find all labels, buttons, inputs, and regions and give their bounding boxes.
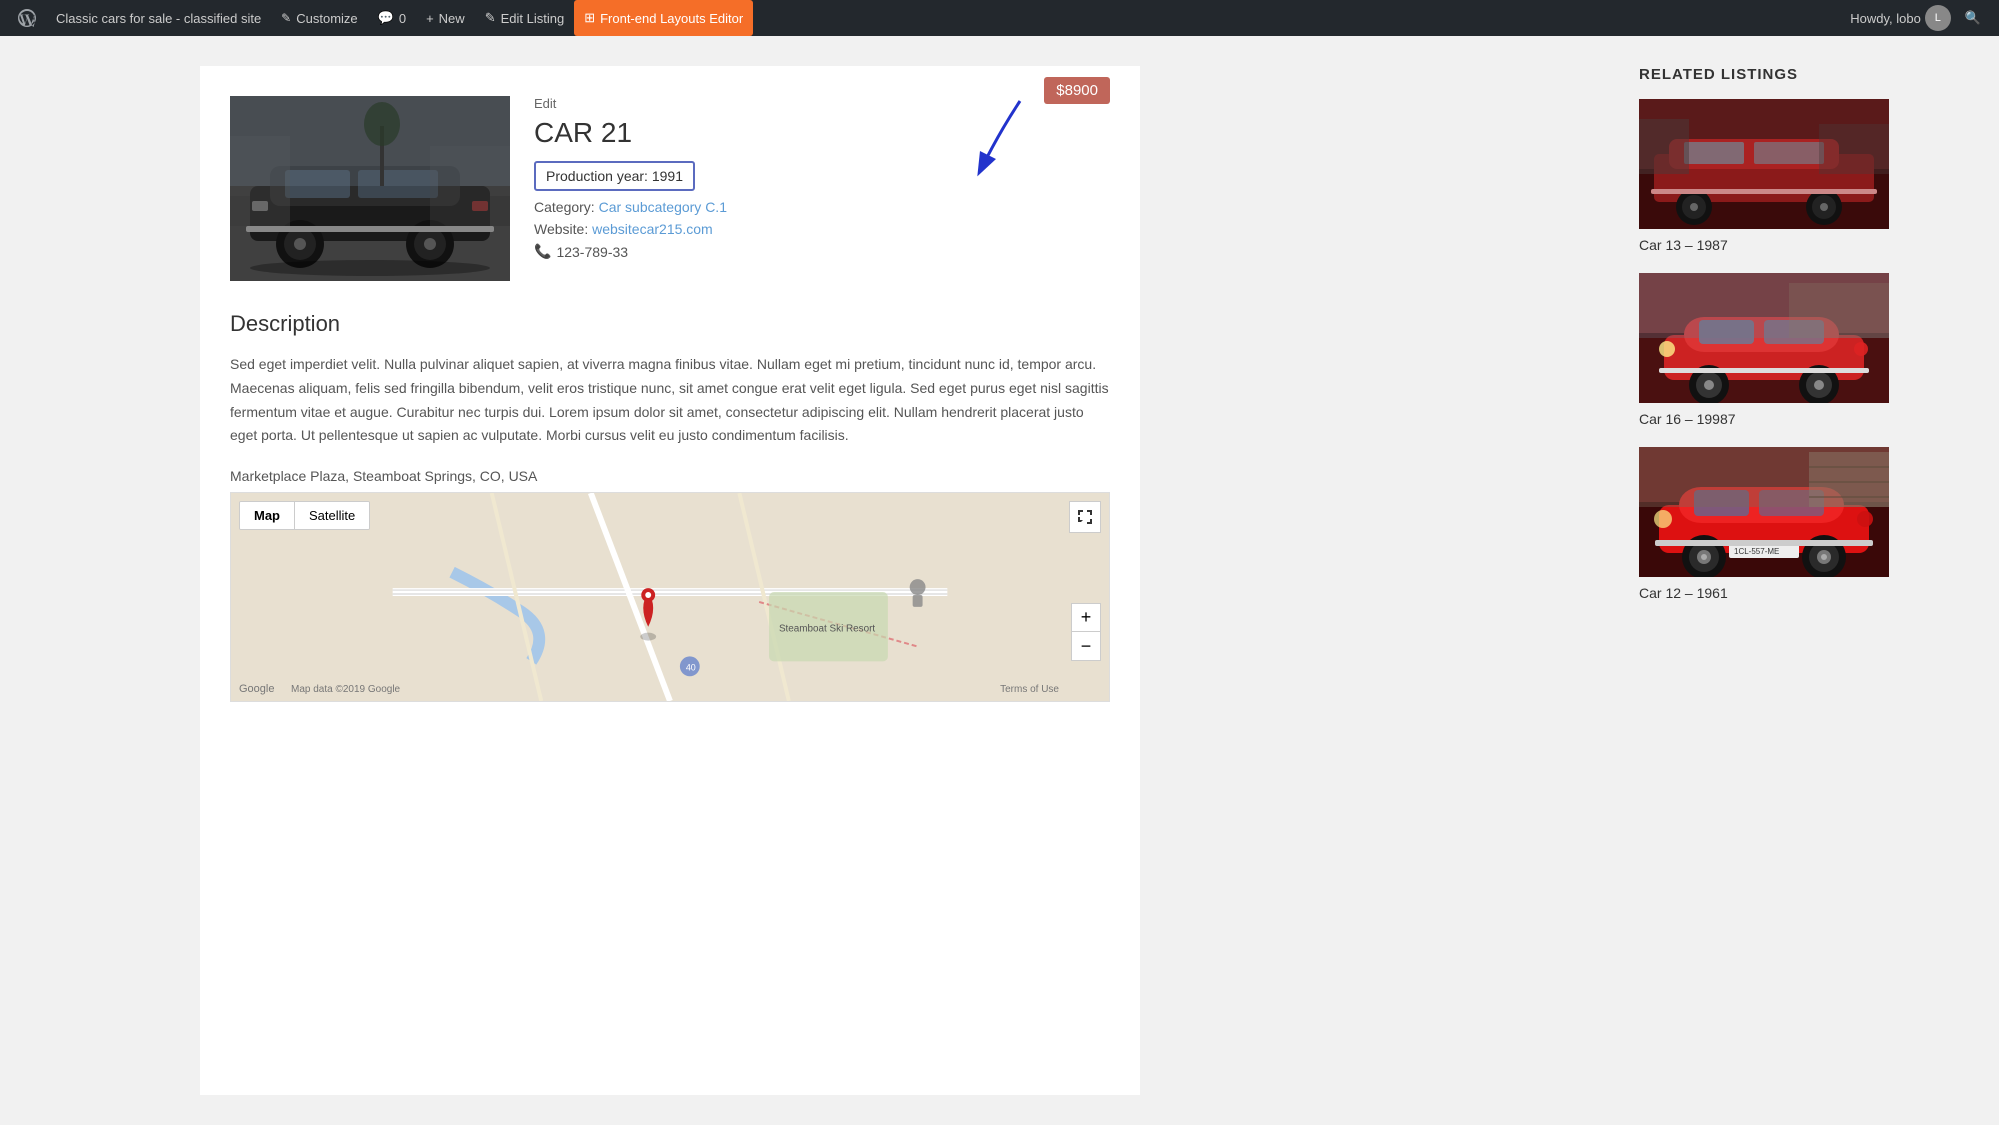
listing-info: Edit CAR 21 $8900 (534, 96, 1110, 281)
search-icon[interactable]: 🔍 (1955, 10, 1991, 26)
customize-item[interactable]: ✎ Customize (271, 0, 367, 36)
listing-header: Edit CAR 21 $8900 (230, 96, 1110, 281)
phone-row: 📞 123-789-33 (534, 243, 1110, 260)
pencil-icon: ✎ (281, 11, 291, 25)
expand-icon (1077, 509, 1093, 525)
site-name-item[interactable]: Classic cars for sale - classified site (46, 0, 271, 36)
phone-number: 123-789-33 (556, 244, 628, 260)
page-wrapper: Edit CAR 21 $8900 (0, 36, 1999, 1125)
description-section: Description Sed eget imperdiet velit. Nu… (230, 311, 1110, 448)
related-item-1[interactable]: Car 13 – 1987 (1639, 99, 1919, 253)
map-address: Marketplace Plaza, Steamboat Springs, CO… (230, 468, 1110, 484)
edit-listing-item[interactable]: ✎ Edit Listing (475, 0, 575, 36)
user-avatar: L (1925, 5, 1951, 31)
description-text: Sed eget imperdiet velit. Nulla pulvinar… (230, 353, 1110, 448)
comment-icon: 💬 (378, 10, 394, 26)
map-terms: Terms of Use (1000, 684, 1059, 695)
map-data-credit: Map data ©2019 Google (291, 684, 400, 695)
new-label: New (439, 11, 465, 26)
category-row: Category: Car subcategory C.1 (534, 199, 1110, 215)
listing-title: CAR 21 (534, 117, 632, 149)
map-controls: Map Satellite (239, 501, 370, 530)
map-expand-button[interactable] (1069, 501, 1101, 533)
production-year-text: Production year: 1991 (546, 168, 683, 184)
admin-bar: Classic cars for sale - classified site … (0, 0, 1999, 36)
car-image-svg (230, 96, 510, 281)
frontend-editor-label: Front-end Layouts Editor (600, 11, 743, 26)
map-container: Steamboat Ski Resort 40 Map Sate (230, 492, 1110, 702)
website-label: Website: (534, 221, 588, 237)
category-link[interactable]: Car subcategory C.1 (599, 199, 727, 215)
website-row: Website: websitecar215.com (534, 221, 1110, 237)
map-section: Marketplace Plaza, Steamboat Springs, CO… (230, 468, 1110, 702)
edit-icon: ✎ (485, 10, 496, 26)
website-link[interactable]: websitecar215.com (592, 221, 713, 237)
description-title: Description (230, 311, 1110, 337)
related-item-3[interactable]: 1CL-557-ME Car 12 – 1961 (1639, 447, 1919, 601)
listing-image (230, 96, 510, 281)
edit-link[interactable]: Edit (534, 96, 1110, 111)
adminbar-right: Howdy, lobo L 🔍 (1850, 5, 1991, 31)
related-label-3: Car 12 – 1961 (1639, 585, 1728, 601)
related-title: RELATED LISTINGS (1639, 66, 1919, 83)
svg-text:Steamboat Ski Resort: Steamboat Ski Resort (779, 624, 875, 635)
related-car-svg-3: 1CL-557-ME (1639, 447, 1889, 577)
comments-item[interactable]: 💬 0 (368, 0, 416, 36)
layout-icon: ⊞ (584, 10, 595, 26)
related-image-2 (1639, 273, 1889, 403)
site-name-label: Classic cars for sale - classified site (56, 11, 261, 26)
main-content: Edit CAR 21 $8900 (200, 66, 1140, 1095)
related-car-svg-1 (1639, 99, 1889, 229)
zoom-out-button[interactable]: − (1072, 632, 1100, 660)
google-logo: Google (239, 683, 274, 695)
map-tab[interactable]: Map (240, 502, 295, 529)
wordpress-icon (18, 9, 36, 27)
edit-listing-label: Edit Listing (501, 11, 565, 26)
related-car-svg-2 (1639, 273, 1889, 403)
zoom-in-button[interactable]: + (1072, 604, 1100, 632)
sidebar: RELATED LISTINGS (1639, 66, 1919, 621)
related-image-3: 1CL-557-ME (1639, 447, 1889, 577)
related-image-1 (1639, 99, 1889, 229)
svg-text:40: 40 (686, 662, 696, 672)
related-label-1: Car 13 – 1987 (1639, 237, 1728, 253)
svg-text:1CL-557-ME: 1CL-557-ME (1734, 547, 1779, 556)
map-zoom-controls: + − (1071, 603, 1101, 661)
customize-label: Customize (296, 11, 357, 26)
new-item[interactable]: + New (416, 0, 475, 36)
production-year-box: Production year: 1991 (534, 161, 695, 191)
comments-count: 0 (399, 11, 406, 26)
price-badge: $8900 (1044, 77, 1110, 104)
howdy-label: Howdy, lobo (1850, 11, 1921, 26)
plus-icon: + (426, 11, 434, 26)
related-label-2: Car 16 – 19987 (1639, 411, 1736, 427)
category-label: Category: (534, 199, 595, 215)
related-item-2[interactable]: Car 16 – 19987 (1639, 273, 1919, 427)
frontend-editor-item[interactable]: ⊞ Front-end Layouts Editor (574, 0, 753, 36)
satellite-tab[interactable]: Satellite (295, 502, 369, 529)
wp-logo-item[interactable] (8, 0, 46, 36)
phone-icon: 📞 (534, 243, 551, 260)
